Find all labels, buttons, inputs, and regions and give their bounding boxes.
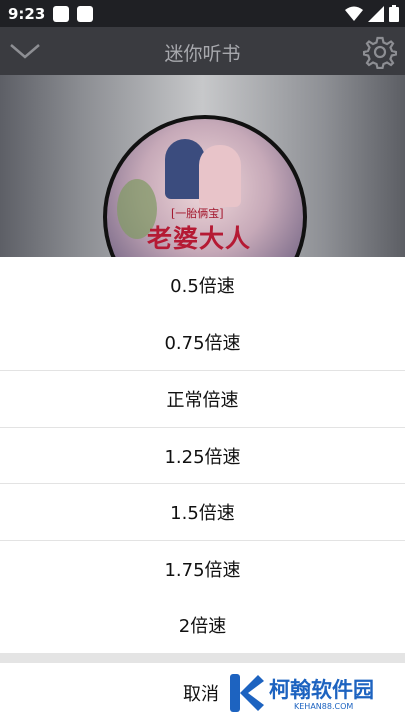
speed-option-0-75x[interactable]: 0.75倍速 [0,314,405,370]
app-bar: 迷你听书 [0,27,405,75]
speed-option-1-75x[interactable]: 1.75倍速 [0,541,405,597]
cover-art-figure [199,145,241,207]
signal-icon [368,5,384,22]
status-bar: 9:23 [0,0,405,27]
player-area: [一胎俩宝] 老婆大人 [0,75,405,319]
battery-icon [389,5,399,22]
speed-option-1-25x[interactable]: 1.25倍速 [0,428,405,484]
cover-title: 老婆大人 [147,224,252,253]
sheet-separator [0,653,405,663]
speed-sheet: 0.5倍速 0.75倍速 正常倍速 1.25倍速 1.5倍速 1.75倍速 2倍… [0,257,405,720]
gear-icon [362,36,398,70]
watermark: 柯翰软件园 KEHAN88.COM [224,664,404,720]
notification-icon [77,5,94,22]
settings-button[interactable] [362,35,398,70]
speed-option-2x[interactable]: 2倍速 [0,597,405,653]
watermark-subtext: KEHAN88.COM [294,702,354,711]
speed-option-0-5x[interactable]: 0.5倍速 [0,257,405,313]
cancel-label: 取消 [183,684,219,705]
watermark-logo-icon [230,674,264,712]
wifi-icon [345,6,363,21]
speed-option-1-5x[interactable]: 1.5倍速 [0,484,405,540]
watermark-text: 柯翰软件园 [269,678,374,702]
status-time: 9:23 [8,4,46,23]
page-title: 迷你听书 [164,43,241,65]
notification-icon [53,5,70,22]
speed-option-normal[interactable]: 正常倍速 [0,371,405,427]
status-icons [345,5,399,22]
